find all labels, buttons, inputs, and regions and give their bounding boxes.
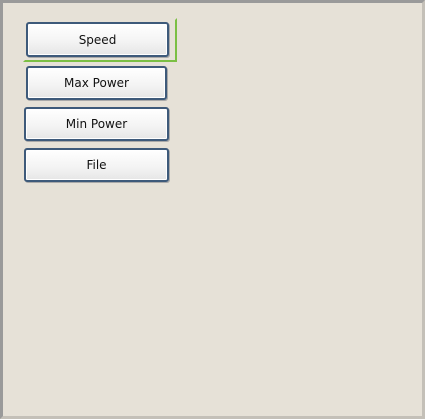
min-power-button-label: Min Power: [65, 117, 128, 131]
file-button-label: File: [86, 158, 107, 172]
max-power-button[interactable]: Max Power: [26, 66, 167, 100]
min-power-button[interactable]: Min Power: [24, 107, 169, 141]
max-power-button-label: Max Power: [64, 76, 129, 90]
parameter-panel: Speed Max Power Min Power File: [0, 0, 425, 419]
speed-button-label: Speed: [78, 32, 117, 47]
speed-button[interactable]: Speed: [26, 22, 169, 57]
file-button[interactable]: File: [24, 148, 169, 182]
